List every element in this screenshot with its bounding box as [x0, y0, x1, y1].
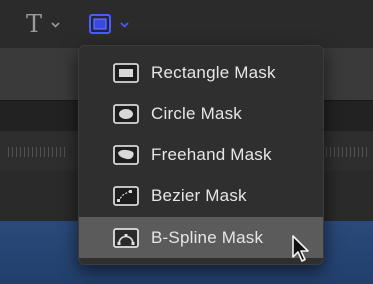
text-tool-icon: T [26, 10, 43, 38]
bezier-mask-icon [113, 185, 139, 206]
ruler-ticks [322, 147, 368, 157]
menu-item-label: Freehand Mask [151, 144, 272, 164]
menu-item-label: Rectangle Mask [151, 62, 276, 82]
toolbar: T [0, 0, 373, 48]
menu-item-rectangle-mask[interactable]: Rectangle Mask [79, 52, 323, 93]
mask-tool-icon [89, 14, 111, 34]
bspline-mask-icon [113, 227, 139, 248]
menu-item-bspline-mask[interactable]: B-Spline Mask [79, 217, 323, 258]
ruler-ticks [8, 147, 68, 157]
mask-type-menu: Rectangle Mask Circle Mask Freehand Mask [78, 45, 324, 265]
freehand-mask-icon [113, 144, 139, 165]
chevron-down-icon[interactable] [51, 15, 60, 33]
menu-item-label: Bezier Mask [151, 185, 247, 205]
mouse-cursor-icon [291, 234, 311, 264]
mask-tool-button[interactable] [89, 12, 129, 36]
menu-item-label: B-Spline Mask [151, 227, 264, 247]
chevron-down-icon[interactable] [120, 15, 129, 33]
circle-mask-icon [113, 103, 139, 124]
menu-item-bezier-mask[interactable]: Bezier Mask [79, 175, 323, 216]
menu-item-label: Circle Mask [151, 103, 242, 123]
menu-item-circle-mask[interactable]: Circle Mask [79, 93, 323, 134]
rectangle-mask-icon [113, 62, 139, 83]
menu-item-freehand-mask[interactable]: Freehand Mask [79, 134, 323, 175]
text-tool-button[interactable]: T [26, 12, 60, 36]
